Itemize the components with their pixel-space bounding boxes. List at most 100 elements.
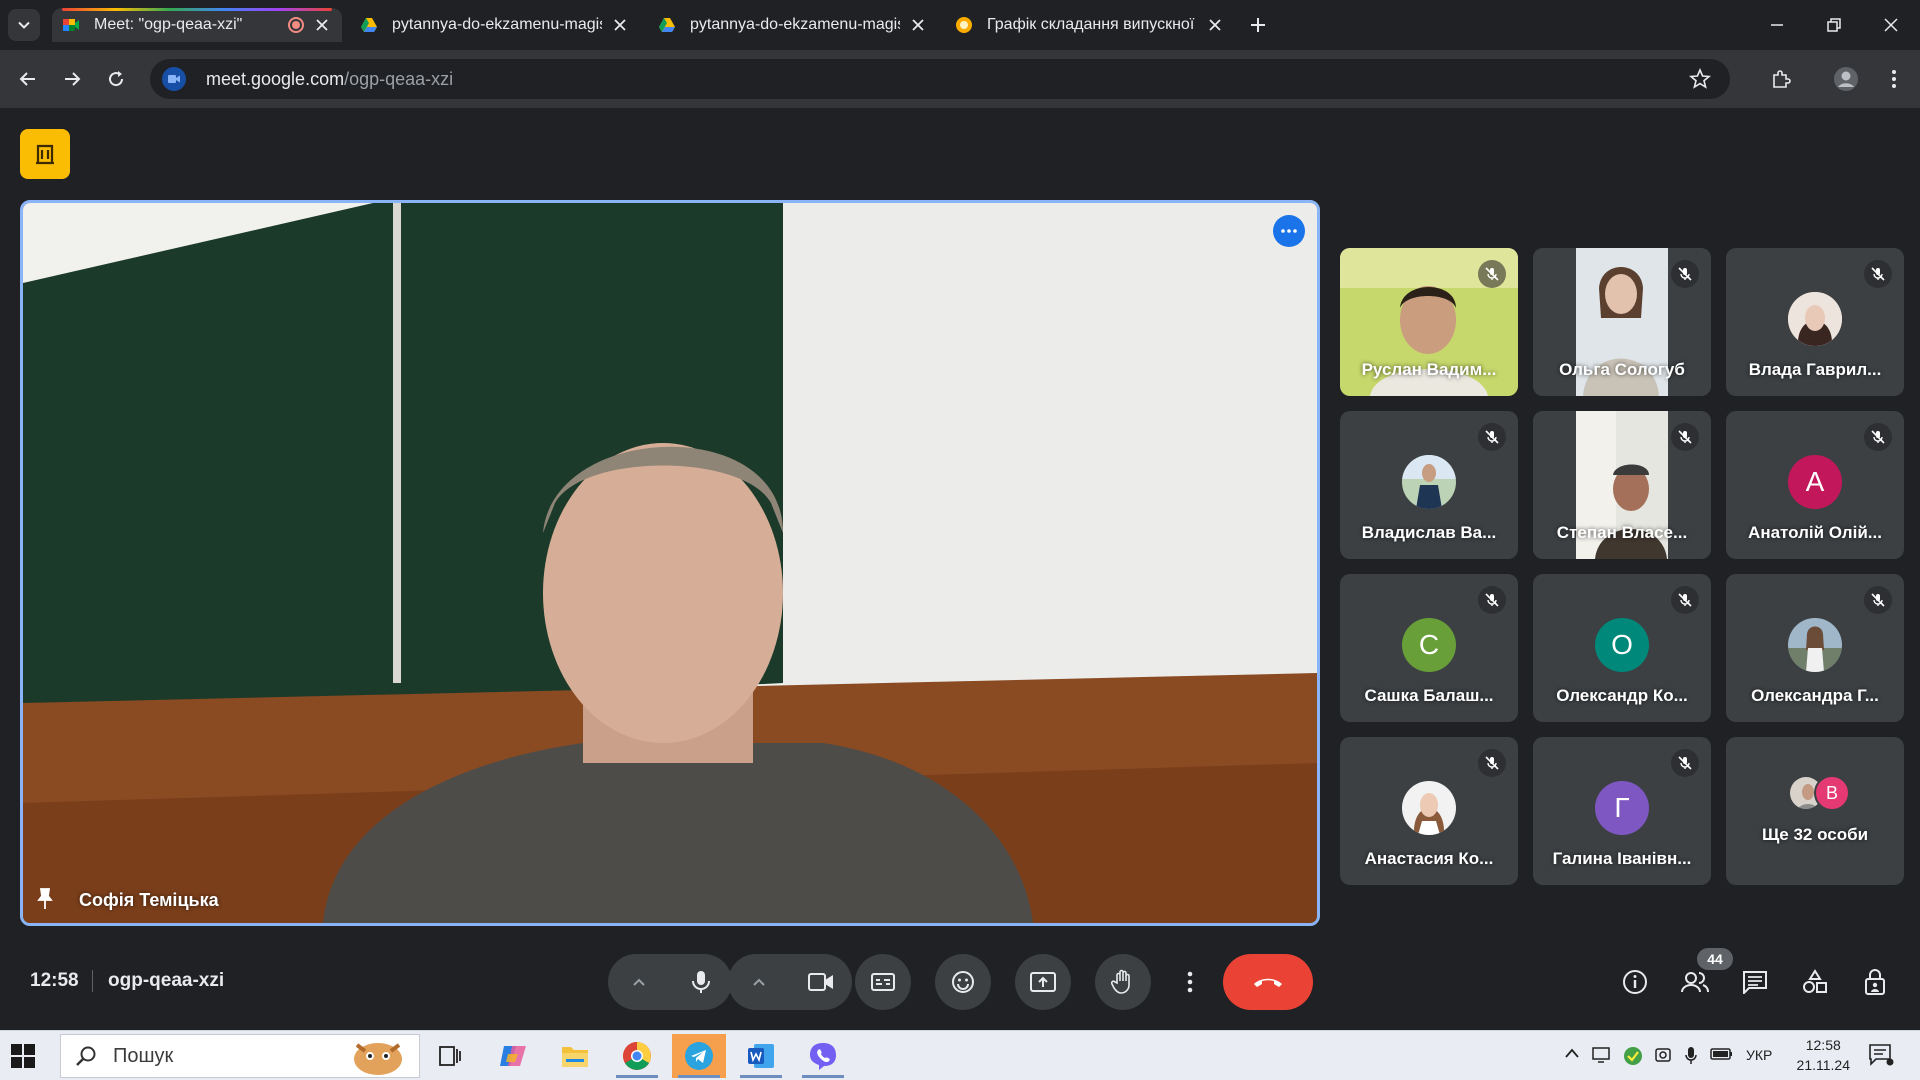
profile-avatar[interactable] xyxy=(1830,63,1862,95)
leave-call-button[interactable] xyxy=(1223,954,1313,1010)
notification-icon xyxy=(1869,1044,1894,1066)
people-icon xyxy=(1681,972,1709,993)
participant-tile[interactable]: Г Галина Іванівн... xyxy=(1533,737,1711,885)
chat-icon xyxy=(1743,971,1767,994)
avatar-icon xyxy=(1834,67,1858,91)
present-screen-button[interactable] xyxy=(1015,954,1071,1010)
windows-start-icon[interactable] xyxy=(10,1043,36,1069)
chrome-icon xyxy=(623,1042,651,1070)
muted-indicator xyxy=(1671,260,1699,288)
tab-drive-2[interactable]: pytannya-do-ekzamenu-magist xyxy=(648,8,938,42)
bookmark-star-icon[interactable] xyxy=(1688,67,1712,91)
people-button[interactable] xyxy=(1677,964,1713,1000)
mic-off-icon xyxy=(1678,430,1692,444)
chevron-down-icon xyxy=(18,21,30,29)
host-controls-button[interactable] xyxy=(1857,964,1893,1000)
participant-name: Владислав Ва... xyxy=(1361,523,1497,542)
participant-tile[interactable]: Руслан Вадим... xyxy=(1340,248,1518,396)
viber-taskbar-button[interactable] xyxy=(796,1034,850,1078)
reload-icon xyxy=(109,71,124,87)
participant-tile[interactable]: Владислав Ва... xyxy=(1340,411,1518,559)
close-tab-button[interactable] xyxy=(1205,15,1225,35)
taskbar-search[interactable]: Пошук xyxy=(60,1034,420,1078)
more-participants-tile[interactable]: В Ще 32 особи xyxy=(1726,737,1904,885)
new-tab-button[interactable] xyxy=(1242,9,1274,41)
close-tab-button[interactable] xyxy=(312,15,332,35)
recording-icon xyxy=(288,17,304,33)
forward-button[interactable] xyxy=(56,63,88,95)
tray-battery[interactable] xyxy=(1710,1046,1734,1065)
captions-button[interactable] xyxy=(855,954,911,1010)
url-text: meet.google.com/ogp-qeaa-xzi xyxy=(206,69,453,90)
participant-avatar: Г xyxy=(1595,781,1649,835)
microphone-icon xyxy=(692,971,710,993)
chrome-taskbar-button[interactable] xyxy=(610,1034,664,1078)
participant-tile[interactable]: С Сашка Балаш... xyxy=(1340,574,1518,722)
participant-avatar xyxy=(1402,781,1456,835)
tray-webcam[interactable] xyxy=(1654,1046,1674,1067)
video-camera-icon xyxy=(808,973,833,991)
microphone-button[interactable] xyxy=(670,954,732,1010)
telegram-taskbar-button[interactable] xyxy=(672,1034,726,1078)
file-explorer-button[interactable] xyxy=(548,1034,602,1078)
more-options-button[interactable] xyxy=(1175,954,1205,1010)
raise-hand-button[interactable] xyxy=(1095,954,1151,1010)
keyboard-language[interactable]: УКР xyxy=(1746,1047,1772,1063)
participant-avatar: С xyxy=(1402,618,1456,672)
task-view-button[interactable] xyxy=(423,1034,477,1078)
activities-button[interactable] xyxy=(1797,964,1833,1000)
restore-button[interactable] xyxy=(1805,0,1863,50)
meet-favicon-icon xyxy=(63,19,79,31)
site-info-icon[interactable] xyxy=(162,67,186,91)
camera-button[interactable] xyxy=(790,954,852,1010)
chevron-up-icon xyxy=(1565,1048,1579,1058)
tray-microphone[interactable] xyxy=(1684,1046,1698,1069)
tray-display[interactable] xyxy=(1592,1046,1612,1067)
participant-name: Степан Власе... xyxy=(1556,523,1688,542)
tab-schedule[interactable]: Графік складання випускної ат xyxy=(945,8,1235,42)
participant-tile[interactable]: Ольга Сологуб xyxy=(1533,248,1711,396)
reload-button[interactable] xyxy=(100,63,132,95)
mic-off-icon xyxy=(1485,430,1499,444)
close-window-button[interactable] xyxy=(1862,0,1920,50)
emoji-icon xyxy=(952,971,974,993)
participant-tile[interactable]: Анастасия Ко... xyxy=(1340,737,1518,885)
participant-tile[interactable]: Степан Власе... xyxy=(1533,411,1711,559)
minimize-button[interactable] xyxy=(1748,0,1806,50)
address-bar[interactable]: meet.google.com/ogp-qeaa-xzi xyxy=(150,59,1730,99)
taskbar-clock[interactable]: 12:58 21.11.24 xyxy=(1797,1035,1850,1075)
participant-avatar: А xyxy=(1788,455,1842,509)
close-tab-button[interactable] xyxy=(908,15,928,35)
word-taskbar-button[interactable] xyxy=(734,1034,788,1078)
main-video-tile[interactable]: Софія Теміцька xyxy=(20,200,1320,926)
participant-tile[interactable]: О Олександр Ко... xyxy=(1533,574,1711,722)
notifications-button[interactable] xyxy=(1868,1043,1894,1070)
tab-meet[interactable]: Meet: "ogp-qeaa-xzi" xyxy=(52,8,342,42)
chat-button[interactable] xyxy=(1737,964,1773,1000)
participant-tile[interactable]: Олександра Г... xyxy=(1726,574,1904,722)
participant-tile[interactable]: Влада Гаврил... xyxy=(1726,248,1904,396)
participant-tile[interactable]: А Анатолій Олій... xyxy=(1726,411,1904,559)
tile-options-button[interactable] xyxy=(1273,215,1305,247)
extensions-button[interactable] xyxy=(1765,63,1797,95)
participant-name: Галина Іванівн... xyxy=(1552,849,1692,868)
muted-indicator xyxy=(1671,423,1699,451)
tab-drive-1[interactable]: pytannya-do-ekzamenu-magist xyxy=(350,8,640,42)
video-options-button[interactable] xyxy=(728,954,790,1010)
meeting-details-button[interactable] xyxy=(1617,964,1653,1000)
copilot-button[interactable] xyxy=(486,1034,540,1078)
taskbar-time: 12:58 xyxy=(1805,1037,1841,1053)
closed-captions-icon xyxy=(871,973,895,991)
tab-search-button[interactable] xyxy=(8,9,40,41)
pin-icon xyxy=(37,888,53,909)
reactions-button[interactable] xyxy=(935,954,991,1010)
participant-name: Олександр Ко... xyxy=(1556,686,1688,705)
tray-security[interactable] xyxy=(1623,1046,1643,1069)
browser-menu-button[interactable] xyxy=(1878,63,1910,95)
tray-overflow[interactable] xyxy=(1564,1046,1580,1062)
back-button[interactable] xyxy=(12,63,44,95)
close-tab-button[interactable] xyxy=(610,15,630,35)
muted-indicator xyxy=(1478,749,1506,777)
audio-options-button[interactable] xyxy=(608,954,670,1010)
taskbar-date: 21.11.24 xyxy=(1796,1057,1850,1073)
